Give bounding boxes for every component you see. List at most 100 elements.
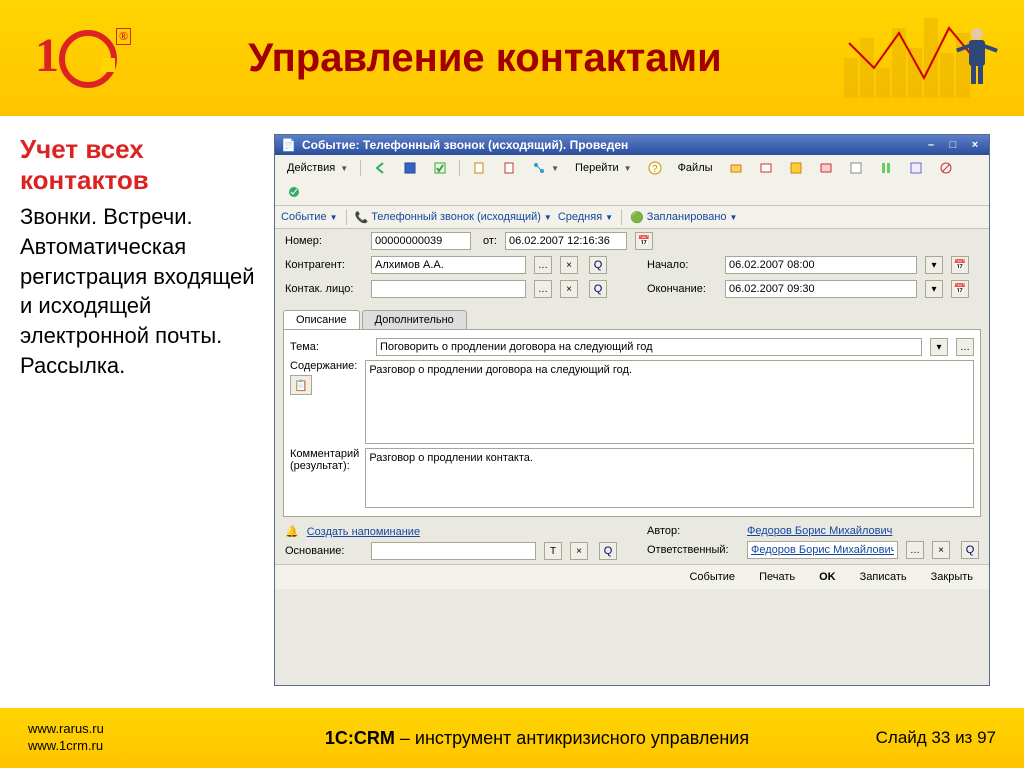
status-dropdown[interactable]: 🟢 Запланировано▼ bbox=[630, 211, 737, 224]
clear-button-2[interactable]: × bbox=[560, 280, 578, 298]
content-label: Содержание: bbox=[290, 360, 359, 372]
tab-additional[interactable]: Дополнительно bbox=[362, 310, 467, 329]
header-illustration bbox=[834, 0, 1024, 116]
back-icon[interactable] bbox=[367, 158, 393, 178]
subject-dd-icon[interactable]: ▾ bbox=[930, 338, 948, 356]
save-icon[interactable] bbox=[397, 158, 423, 178]
footer-slide-number: Слайд 33 из 97 bbox=[836, 728, 996, 748]
open-button[interactable]: Q bbox=[589, 256, 607, 274]
close-button[interactable]: × bbox=[967, 138, 983, 152]
doc-icon-2[interactable] bbox=[496, 158, 522, 178]
reminder-icon: 🔔 bbox=[285, 525, 299, 538]
slide-header: 1® Управление контактами bbox=[0, 0, 1024, 116]
subject-label: Тема: bbox=[290, 341, 368, 353]
tab-panel: Тема: ▾ … Содержание: 📋 Комментарий (рез… bbox=[283, 329, 981, 517]
resp-more-button[interactable]: … bbox=[906, 541, 924, 559]
number-label: Номер: bbox=[285, 235, 363, 247]
tb-icon-i[interactable] bbox=[281, 182, 307, 202]
number-input[interactable] bbox=[375, 235, 467, 247]
maximize-button[interactable]: □ bbox=[945, 138, 961, 152]
start-input[interactable] bbox=[729, 259, 913, 271]
tb-icon-g[interactable] bbox=[903, 158, 929, 178]
select-button[interactable]: … bbox=[534, 256, 552, 274]
spin-icon-2[interactable]: ▾ bbox=[925, 280, 943, 298]
priority-dropdown[interactable]: Средняя▼ bbox=[558, 211, 613, 223]
calendar-icon-3[interactable]: 📅 bbox=[951, 280, 969, 298]
date-input[interactable] bbox=[509, 235, 623, 247]
calendar-icon[interactable]: 📅 bbox=[635, 232, 653, 250]
author-link[interactable]: Федоров Борис Михайлович bbox=[747, 525, 892, 537]
goto-menu[interactable]: Перейти▼ bbox=[569, 159, 638, 177]
event-window: 📄 Событие: Телефонный звонок (исходящий)… bbox=[274, 134, 990, 686]
basis-open-button[interactable]: Q bbox=[599, 542, 617, 560]
basis-clear-button[interactable]: × bbox=[570, 542, 588, 560]
footer-close-button[interactable]: Закрыть bbox=[925, 569, 979, 585]
open-button-2[interactable]: Q bbox=[589, 280, 607, 298]
footer-ok-button[interactable]: OK bbox=[813, 569, 842, 585]
subject-more-icon[interactable]: … bbox=[956, 338, 974, 356]
footer-tagline: 1С:CRM – инструмент антикризисного управ… bbox=[238, 728, 836, 749]
slide-text-column: Учет всех контактов Звонки. Встречи. Авт… bbox=[20, 134, 270, 686]
tb-icon-c[interactable] bbox=[783, 158, 809, 178]
author-label: Автор: bbox=[647, 525, 739, 537]
comment-label: Комментарий (результат): bbox=[290, 448, 359, 508]
minimize-button[interactable]: – bbox=[923, 138, 939, 152]
comment-textarea[interactable] bbox=[365, 448, 974, 508]
content-textarea[interactable] bbox=[365, 360, 974, 444]
end-input[interactable] bbox=[729, 283, 913, 295]
responsible-label: Ответственный: bbox=[647, 544, 739, 556]
end-label: Окончание: bbox=[647, 283, 717, 295]
footer-event-button[interactable]: Событие bbox=[683, 569, 741, 585]
create-reminder-link[interactable]: Создать напоминание bbox=[307, 526, 420, 538]
contact-label: Контак. лицо: bbox=[285, 283, 363, 295]
logo-1c: 1® bbox=[16, 11, 136, 105]
slide-footer: www.rarus.ru www.1crm.ru 1С:CRM – инстру… bbox=[0, 708, 1024, 768]
files-button[interactable]: Файлы bbox=[672, 159, 719, 177]
tb-icon-b[interactable] bbox=[753, 158, 779, 178]
window-footer-buttons: Событие Печать OK Записать Закрыть bbox=[275, 564, 989, 589]
tb-icon-f[interactable] bbox=[873, 158, 899, 178]
slide-body-text: Звонки. Встречи. Автоматическая регистра… bbox=[20, 202, 258, 380]
resp-clear-button[interactable]: × bbox=[932, 541, 950, 559]
post-icon[interactable] bbox=[427, 158, 453, 178]
call-type-dropdown[interactable]: 📞 Телефонный звонок (исходящий)▼ bbox=[355, 211, 552, 224]
calendar-icon-2[interactable]: 📅 bbox=[951, 256, 969, 274]
footer-site-2: www.1crm.ru bbox=[28, 738, 238, 755]
select-button-2[interactable]: … bbox=[534, 280, 552, 298]
slide-subheading: Учет всех контактов bbox=[20, 134, 258, 196]
tb-icon-e[interactable] bbox=[843, 158, 869, 178]
clear-button[interactable]: × bbox=[560, 256, 578, 274]
copy-icon[interactable]: 📋 bbox=[290, 375, 312, 395]
footer-save-button[interactable]: Записать bbox=[854, 569, 913, 585]
window-icon: 📄 bbox=[281, 138, 296, 152]
from-label: от: bbox=[483, 235, 497, 247]
basis-input[interactable] bbox=[375, 545, 532, 557]
structure-icon[interactable]: ▼ bbox=[526, 158, 565, 178]
window-titlebar: 📄 Событие: Телефонный звонок (исходящий)… bbox=[275, 135, 989, 155]
actions-menu[interactable]: Действия▼ bbox=[281, 159, 354, 177]
basis-label: Основание: bbox=[285, 545, 363, 557]
responsible-input[interactable] bbox=[751, 544, 894, 556]
event-dropdown[interactable]: Событие▼ bbox=[281, 211, 338, 223]
contact-input[interactable] bbox=[375, 283, 522, 295]
svg-text:?: ? bbox=[652, 164, 658, 175]
tb-icon-h[interactable] bbox=[933, 158, 959, 178]
window-title: Событие: Телефонный звонок (исходящий). … bbox=[302, 138, 628, 152]
slide-title: Управление контактами bbox=[136, 35, 834, 81]
tb-icon-a[interactable] bbox=[723, 158, 749, 178]
toolbar-main: Действия▼ ▼ Перейти▼ ? Файлы bbox=[275, 155, 989, 206]
basis-t-button[interactable]: T bbox=[544, 542, 562, 560]
start-label: Начало: bbox=[647, 259, 717, 271]
subject-input[interactable] bbox=[380, 341, 918, 353]
tab-description[interactable]: Описание bbox=[283, 310, 360, 329]
tb-icon-d[interactable] bbox=[813, 158, 839, 178]
contragent-input[interactable] bbox=[375, 259, 522, 271]
contragent-label: Контрагент: bbox=[285, 259, 363, 271]
footer-print-button[interactable]: Печать bbox=[753, 569, 801, 585]
doc-icon-1[interactable] bbox=[466, 158, 492, 178]
help-icon[interactable]: ? bbox=[642, 158, 668, 178]
resp-open-button[interactable]: Q bbox=[961, 541, 979, 559]
toolbar-secondary: Событие▼ 📞 Телефонный звонок (исходящий)… bbox=[275, 206, 989, 229]
spin-icon[interactable]: ▾ bbox=[925, 256, 943, 274]
footer-site-1: www.rarus.ru bbox=[28, 721, 238, 738]
